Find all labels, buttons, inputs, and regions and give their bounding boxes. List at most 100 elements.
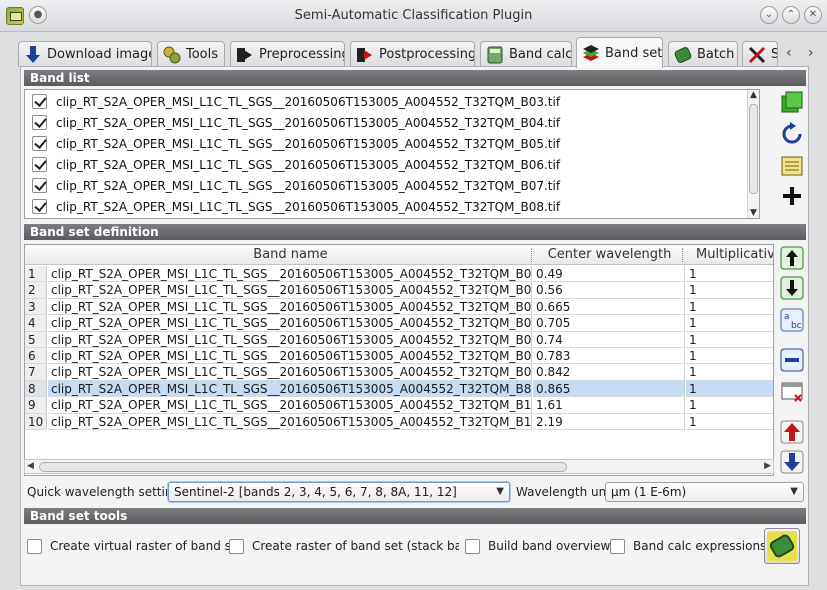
band-checkbox[interactable]: [32, 115, 47, 130]
band-name-cell[interactable]: clip_RT_S2A_OPER_MSI_L1C_TL_SGS__2016050…: [48, 282, 532, 299]
wavelength-cell[interactable]: 0.705: [533, 315, 685, 332]
import-band-set-button[interactable]: [780, 420, 804, 444]
multiplicative-cell[interactable]: 1: [686, 315, 773, 332]
wavelength-cell[interactable]: 0.865: [533, 380, 685, 398]
close-button[interactable]: ✕: [804, 6, 822, 24]
tab-tools[interactable]: Tools: [157, 41, 225, 67]
table-row[interactable]: 1 clip_RT_S2A_OPER_MSI_L1C_TL_SGS__201605…: [25, 266, 773, 283]
band-name-cell[interactable]: clip_RT_S2A_OPER_MSI_L1C_TL_SGS__2016050…: [48, 315, 532, 332]
export-band-set-button[interactable]: [780, 450, 804, 474]
list-item[interactable]: clip_RT_S2A_OPER_MSI_L1C_TL_SGS__2016050…: [25, 91, 759, 112]
tab-batch[interactable]: Batch: [668, 41, 738, 67]
build-overviews-option[interactable]: Build band overviews: [465, 538, 617, 554]
tab-postprocessing[interactable]: Postprocessing: [350, 41, 475, 67]
run-button[interactable]: [764, 528, 800, 564]
band-set-horizontal-scrollbar[interactable]: ◀ ▶: [24, 459, 774, 474]
add-file-button[interactable]: [780, 184, 804, 208]
scroll-up-icon[interactable]: ▲: [748, 90, 759, 100]
wavelength-cell[interactable]: 2.19: [533, 413, 685, 430]
clear-band-set-button[interactable]: [780, 380, 804, 404]
scroll-thumb[interactable]: [39, 462, 567, 472]
band-checkbox[interactable]: [32, 178, 47, 193]
list-item[interactable]: clip_RT_S2A_OPER_MSI_L1C_TL_SGS__2016050…: [25, 133, 759, 154]
band-name-cell[interactable]: clip_RT_S2A_OPER_MSI_L1C_TL_SGS__2016050…: [48, 380, 532, 398]
tab-settings[interactable]: S: [742, 41, 778, 67]
multiplicative-cell[interactable]: 1: [686, 332, 773, 348]
wavelength-cell[interactable]: 1.61: [533, 397, 685, 414]
scroll-right-icon[interactable]: ▶: [764, 460, 771, 473]
band-list-scrollbar[interactable]: ▲ ▼: [747, 90, 759, 218]
tab-download-images[interactable]: Download images: [18, 41, 152, 67]
table-row[interactable]: 2 clip_RT_S2A_OPER_MSI_L1C_TL_SGS__201605…: [25, 282, 773, 299]
band-name-cell[interactable]: clip_RT_S2A_OPER_MSI_L1C_TL_SGS__2016050…: [48, 331, 532, 348]
multiplicative-cell[interactable]: 1: [686, 299, 773, 316]
band-list[interactable]: clip_RT_S2A_OPER_MSI_L1C_TL_SGS__2016050…: [24, 89, 760, 219]
column-header-band-name[interactable]: Band name: [48, 245, 533, 265]
multiplicative-cell[interactable]: 1: [686, 266, 773, 283]
column-header-center-wavelength[interactable]: Center wavelength: [533, 245, 686, 265]
table-row[interactable]: 6 clip_RT_S2A_OPER_MSI_L1C_TL_SGS__201605…: [25, 348, 773, 365]
band-name-cell[interactable]: clip_RT_S2A_OPER_MSI_L1C_TL_SGS__2016050…: [48, 348, 532, 365]
table-row[interactable]: 4 clip_RT_S2A_OPER_MSI_L1C_TL_SGS__201605…: [25, 315, 773, 332]
checkbox[interactable]: [610, 538, 625, 554]
list-item[interactable]: clip_RT_S2A_OPER_MSI_L1C_TL_SGS__2016050…: [25, 196, 759, 217]
wavelength-cell[interactable]: 0.783: [533, 348, 685, 365]
table-row-selected[interactable]: 8 clip_RT_S2A_OPER_MSI_L1C_TL_SGS__201605…: [25, 380, 773, 398]
quick-wavelength-select[interactable]: Sentinel-2 [bands 2, 3, 4, 5, 6, 7, 8, 8…: [168, 482, 510, 502]
multiplicative-cell[interactable]: 1: [686, 282, 773, 299]
minimize-button[interactable]: ⌄: [760, 6, 778, 24]
checkbox[interactable]: [229, 538, 244, 554]
multiplicative-cell[interactable]: 1: [686, 380, 773, 398]
create-raster-stack-option[interactable]: Create raster of band set (stack bands: [229, 538, 459, 554]
band-set-table[interactable]: Band name Center wavelength Multiplicati…: [24, 244, 774, 476]
list-item[interactable]: clip_RT_S2A_OPER_MSI_L1C_TL_SGS__2016050…: [25, 154, 759, 175]
table-row[interactable]: 5 clip_RT_S2A_OPER_MSI_L1C_TL_SGS__201605…: [25, 331, 773, 348]
table-row[interactable]: 10 clip_RT_S2A_OPER_MSI_L1C_TL_SGS__20160…: [25, 413, 773, 430]
tab-band-calc[interactable]: Band calc: [480, 41, 572, 67]
table-row[interactable]: 7 clip_RT_S2A_OPER_MSI_L1C_TL_SGS__201605…: [25, 364, 773, 381]
multiplicative-cell[interactable]: 1: [686, 397, 773, 414]
maximize-button[interactable]: ⌃: [782, 6, 800, 24]
band-name-cell[interactable]: clip_RT_S2A_OPER_MSI_L1C_TL_SGS__2016050…: [48, 298, 532, 316]
multiplicative-cell[interactable]: 1: [686, 348, 773, 365]
checkbox[interactable]: [27, 538, 42, 554]
column-header-multiplicative[interactable]: Multiplicative: [686, 245, 773, 265]
band-checkbox[interactable]: [32, 136, 47, 151]
tab-preprocessing[interactable]: Preprocessing: [230, 41, 345, 67]
select-all-button[interactable]: [780, 154, 804, 178]
remove-band-button[interactable]: [780, 348, 804, 372]
scroll-thumb[interactable]: [749, 104, 758, 194]
wavelength-cell[interactable]: 0.665: [533, 298, 685, 316]
refresh-button[interactable]: [780, 122, 804, 146]
band-name-cell[interactable]: clip_RT_S2A_OPER_MSI_L1C_TL_SGS__2016050…: [48, 364, 532, 381]
scroll-down-icon[interactable]: ▼: [748, 208, 759, 218]
table-row[interactable]: 9 clip_RT_S2A_OPER_MSI_L1C_TL_SGS__201605…: [25, 397, 773, 414]
band-calc-expressions-option[interactable]: Band calc expressions: [610, 538, 766, 554]
move-down-button[interactable]: [780, 276, 804, 300]
multiplicative-cell[interactable]: 1: [686, 414, 773, 430]
move-up-button[interactable]: [780, 246, 804, 270]
wavelength-unit-select[interactable]: µm (1 E-6m) ▼: [605, 482, 804, 502]
list-item[interactable]: clip_RT_S2A_OPER_MSI_L1C_TL_SGS__2016050…: [25, 175, 759, 196]
band-name-cell[interactable]: clip_RT_S2A_OPER_MSI_L1C_TL_SGS__2016050…: [48, 397, 532, 414]
checkbox[interactable]: [465, 538, 480, 554]
band-name-cell[interactable]: clip_RT_S2A_OPER_MSI_L1C_TL_SGS__2016050…: [48, 266, 532, 283]
add-band-to-set-button[interactable]: [780, 90, 804, 114]
wavelength-cell[interactable]: 0.842: [533, 364, 685, 381]
multiplicative-cell[interactable]: 1: [686, 364, 773, 381]
band-name-cell[interactable]: clip_RT_S2A_OPER_MSI_L1C_TL_SGS__2016050…: [48, 413, 532, 430]
scroll-left-icon[interactable]: ◀: [27, 460, 34, 473]
wavelength-cell[interactable]: 0.74: [533, 331, 685, 348]
create-virtual-raster-option[interactable]: Create virtual raster of band set: [27, 538, 243, 554]
table-row[interactable]: 3 clip_RT_S2A_OPER_MSI_L1C_TL_SGS__201605…: [25, 298, 773, 316]
tab-band-set[interactable]: Band set: [576, 37, 663, 68]
tab-scroll-left-icon[interactable]: ‹: [786, 45, 792, 61]
wavelength-cell[interactable]: 0.56: [533, 282, 685, 299]
band-checkbox[interactable]: [32, 199, 47, 214]
sort-by-name-button[interactable]: a bc: [780, 308, 804, 332]
wavelength-cell[interactable]: 0.49: [533, 266, 685, 283]
tab-scroll-right-icon[interactable]: ›: [808, 45, 814, 61]
band-checkbox[interactable]: [32, 157, 47, 172]
band-checkbox[interactable]: [32, 94, 47, 109]
list-item[interactable]: clip_RT_S2A_OPER_MSI_L1C_TL_SGS__2016050…: [25, 112, 759, 133]
